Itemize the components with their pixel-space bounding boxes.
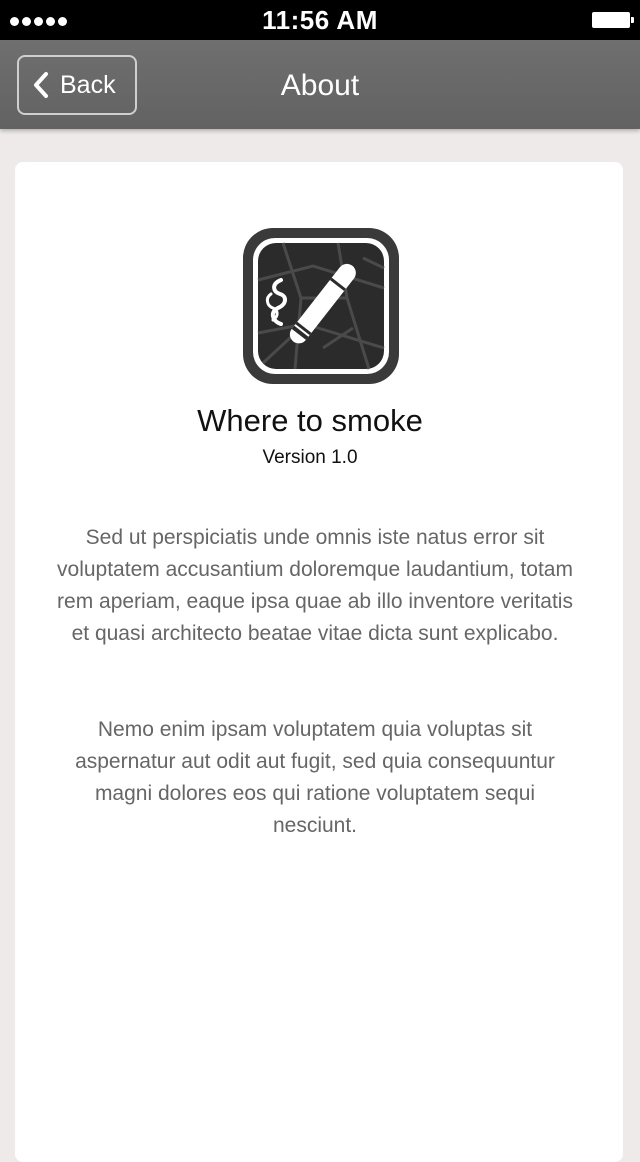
battery-icon	[592, 12, 634, 28]
navigation-bar: Back About	[0, 40, 640, 129]
app-name: Where to smoke	[197, 403, 423, 438]
status-time: 11:56 AM	[262, 5, 378, 35]
app-version: Version 1.0	[262, 447, 358, 468]
description-paragraph: Nemo enim ipsam voluptatem quia voluptas…	[75, 718, 555, 837]
description-paragraph: Sed ut perspiciatis unde omnis iste natu…	[57, 526, 573, 645]
about-card: Where to smoke Version 1.0 Sed ut perspi…	[15, 162, 623, 1162]
page-title: About	[280, 69, 360, 102]
status-bar: 11:56 AM	[0, 0, 640, 40]
cigarette-map-app-icon	[243, 228, 399, 384]
